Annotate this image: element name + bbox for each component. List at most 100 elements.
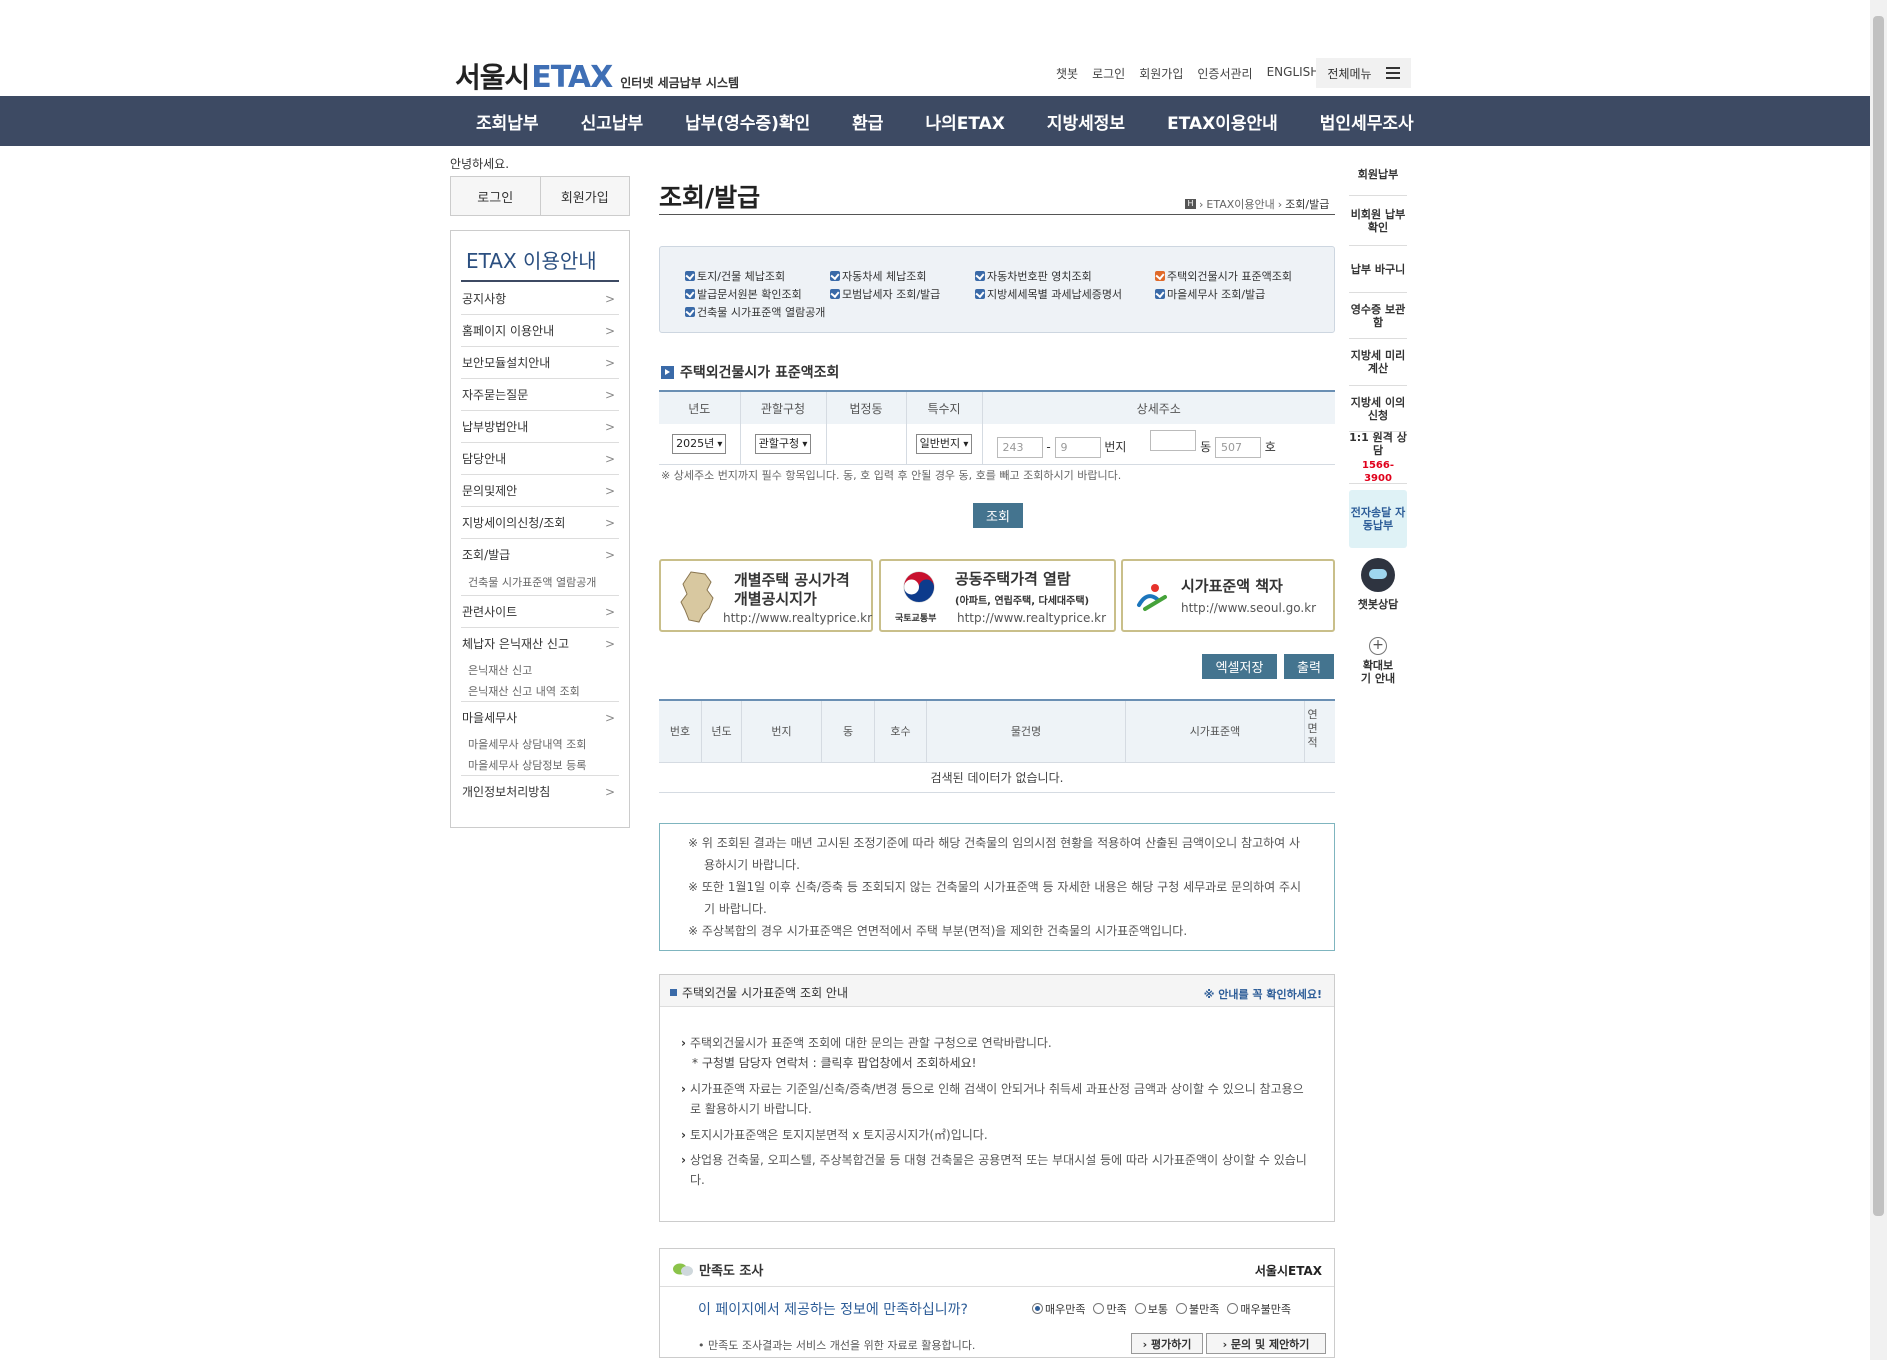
- option-very-dissatisfied[interactable]: 매우불만족: [1227, 1301, 1291, 1317]
- quick-e-delivery[interactable]: 전자송달 자동납부: [1349, 490, 1407, 548]
- option-very-satisfied[interactable]: 매우만족: [1032, 1301, 1085, 1317]
- sidebar-login-button[interactable]: 로그인: [451, 177, 540, 215]
- link-model-taxpayer[interactable]: 모범납세자 조회/발급: [830, 286, 940, 302]
- link-land-building-arrears[interactable]: 토지/건물 체납조회: [685, 268, 785, 284]
- link-vehicle-tax-arrears[interactable]: 자동차세 체납조회: [830, 268, 926, 284]
- gnb-item-refund[interactable]: 환급: [831, 109, 904, 134]
- survey-brand: 서울시ETAX: [1254, 1264, 1322, 1278]
- all-menu-button[interactable]: 전체메뉴: [1316, 58, 1411, 88]
- quick-tax-calculator[interactable]: 지방세 미리계산: [1349, 339, 1407, 386]
- chatbot-link[interactable]: 챗봇: [1056, 65, 1078, 82]
- quick-payment-basket[interactable]: 납부 바구니: [1349, 246, 1407, 293]
- sidebar-subitem-village-history[interactable]: 마을세무사 상담내역 조회: [461, 734, 619, 755]
- gnb-item-local-tax-info[interactable]: 지방세정보: [1026, 109, 1146, 134]
- link-document-verify[interactable]: 발급문서원본 확인조회: [685, 286, 802, 302]
- quick-member-payment[interactable]: 회원납부: [1349, 154, 1407, 196]
- year-select[interactable]: 2025년: [672, 433, 727, 454]
- suggest-button[interactable]: › 문의 및 제안하기: [1206, 1333, 1326, 1354]
- check-icon: [685, 307, 695, 317]
- english-link[interactable]: ENGLISH: [1267, 65, 1320, 82]
- sidebar-item-related-sites[interactable]: 관련사이트 >: [461, 596, 619, 628]
- sidebar-item-privacy[interactable]: 개인정보처리방침 >: [461, 776, 619, 808]
- sidebar-subitem-village-register[interactable]: 마을세무사 상담정보 등록: [461, 755, 619, 776]
- gu-select[interactable]: 관할구청: [754, 433, 812, 454]
- sidebar-item-security-module[interactable]: 보안모듈설치안내 >: [461, 347, 619, 379]
- search-button[interactable]: 조회: [973, 503, 1023, 528]
- link-building-price-open[interactable]: 건축물 시가표준액 열람공개: [685, 304, 825, 320]
- guide-title: 주택외건물 시가표준액 조회 안내: [670, 984, 848, 1001]
- quick-remote-support[interactable]: 1:1 원격 상담 1566-3900: [1349, 431, 1407, 484]
- sidebar-item-faq[interactable]: 자주묻는질문 >: [461, 379, 619, 411]
- quick-guest-payment-check[interactable]: 비회원 납부확인: [1349, 196, 1407, 246]
- breadcrumb-separator: ›: [1277, 197, 1283, 211]
- chevron-right-icon: >: [604, 452, 615, 466]
- login-link[interactable]: 로그인: [1092, 65, 1125, 82]
- bun-input[interactable]: 243: [996, 436, 1043, 458]
- sidebar-item-village-tax[interactable]: 마을세무사 >: [461, 702, 619, 734]
- option-label: 만족: [1106, 1303, 1127, 1316]
- site-logo[interactable]: 서울시 ETAX 인터넷 세금납부 시스템: [455, 56, 739, 96]
- quick-zoom-guide[interactable]: + 확대보기 안내: [1349, 626, 1407, 696]
- ji-input[interactable]: 9: [1054, 436, 1101, 458]
- excel-save-button[interactable]: 엑셀저장: [1202, 654, 1277, 679]
- option-satisfied[interactable]: 만족: [1093, 1301, 1127, 1317]
- sidebar-menu: 공지사항 > 홈페이지 이용안내 > 보안모듈설치안내 > 자주묻는질문 > 납부방법안…: [461, 283, 619, 808]
- sidebar-title: ETAX 이용안내: [466, 249, 597, 273]
- banner-price-book[interactable]: 시가표준액 책자 http://www.seoul.go.kr: [1121, 559, 1335, 632]
- sidebar-subitem-building-price[interactable]: 건축물 시가표준액 열람공개: [461, 571, 619, 596]
- gnb-item-report-payment[interactable]: 신고납부: [560, 109, 665, 134]
- option-label: 매우만족: [1045, 1303, 1086, 1316]
- sidebar-item-label: 체납자 은닉재산 신고: [462, 637, 569, 651]
- guide-title-text: 주택외건물 시가표준액 조회 안내: [682, 986, 849, 1000]
- chevron-right-icon: >: [604, 785, 615, 799]
- quick-phone: 1566-3900: [1362, 459, 1394, 484]
- sidebar-item-inquiry-issue[interactable]: 조회/발급 >: [461, 539, 619, 571]
- gnb-item-corporate-audit[interactable]: 법인세무조사: [1299, 109, 1435, 134]
- sidebar-item-label: 개인정보처리방침: [462, 785, 551, 799]
- ho-input[interactable]: 507: [1214, 436, 1261, 458]
- guide-contact-link[interactable]: * 구청별 담당자 연락처 : 클릭후 팝업창에서 조회하세요!: [692, 1053, 1312, 1073]
- link-nonresidential-price[interactable]: 주택외건물시가 표준액조회: [1155, 268, 1292, 284]
- sidebar-item-label: 지방세이의신청/조회: [462, 516, 566, 530]
- breadcrumb-parent[interactable]: ETAX이용안내: [1206, 196, 1274, 212]
- link-plate-seizure[interactable]: 자동차번호판 영치조회: [975, 268, 1092, 284]
- result-table: 번호 년도 번지 동 호수 물건명 시가표준액 연면적 검색된 데이터가 없습니…: [659, 699, 1335, 794]
- special-select[interactable]: 일반번지: [915, 433, 973, 454]
- sidebar-item-hidden-asset[interactable]: 체납자 은닉재산 신고 >: [461, 628, 619, 660]
- sidebar-item-homepage-guide[interactable]: 홈페이지 이용안내 >: [461, 315, 619, 347]
- gnb-item-inquiry-payment[interactable]: 조회납부: [455, 109, 560, 134]
- evaluate-button[interactable]: › 평가하기: [1131, 1333, 1203, 1354]
- quick-receipt-box[interactable]: 영수증 보관함: [1349, 293, 1407, 339]
- gnb-item-receipt-check[interactable]: 납부(영수증)확인: [664, 109, 831, 134]
- option-neutral[interactable]: 보통: [1134, 1301, 1168, 1317]
- join-link[interactable]: 회원가입: [1139, 65, 1183, 82]
- page-scrollbar[interactable]: [1870, 0, 1887, 1360]
- link-village-tax[interactable]: 마을세무사 조회/발급: [1155, 286, 1265, 302]
- banner-apartment[interactable]: 국토교통부 공동주택가격 열람 (아파트, 연립주택, 다세대주택) http:…: [879, 559, 1116, 632]
- check-icon-active: [1155, 271, 1165, 281]
- home-icon[interactable]: H: [1185, 199, 1196, 209]
- sidebar-item-notice[interactable]: 공지사항 >: [461, 283, 619, 315]
- ho-label: 호: [1264, 439, 1276, 454]
- notice-text: ※ 위 조회된 결과는 매년 고시된 조정기준에 따라 해당 건축물의 임의시점…: [688, 836, 1301, 872]
- sidebar-item-contact-guide[interactable]: 담당안내 >: [461, 443, 619, 475]
- sidebar-subitem-hidden-asset-report[interactable]: 은닉재산 신고: [461, 660, 619, 681]
- quick-chatbot[interactable]: 챗봇상담: [1349, 548, 1407, 620]
- scrollbar-thumb[interactable]: [1873, 16, 1884, 1216]
- notice-text: ※ 주상복합의 경우 시가표준액은 연면적에서 주택 부분(면적)을 제외한 건…: [688, 924, 1188, 938]
- quick-tax-objection[interactable]: 지방세 이의신청: [1349, 386, 1407, 432]
- sidebar-join-button[interactable]: 회원가입: [539, 177, 630, 215]
- gnb-item-my-etax[interactable]: 나의ETAX: [904, 109, 1025, 134]
- link-tax-certificate[interactable]: 지방세세목별 과세납세증명서: [975, 286, 1122, 302]
- dong-input[interactable]: [1150, 429, 1197, 451]
- sidebar-subitem-hidden-asset-history[interactable]: 은닉재산 신고 내역 조회: [461, 681, 619, 702]
- print-button[interactable]: 출력: [1284, 654, 1334, 679]
- certificate-link[interactable]: 인증서관리: [1197, 65, 1252, 82]
- sidebar-item-inquiry-suggestion[interactable]: 문의및제안 >: [461, 475, 619, 507]
- sidebar-item-payment-method[interactable]: 납부방법안내 >: [461, 411, 619, 443]
- speech-bubble-icon: [673, 1263, 693, 1276]
- option-dissatisfied[interactable]: 불만족: [1175, 1301, 1219, 1317]
- sidebar-item-objection[interactable]: 지방세이의신청/조회 >: [461, 507, 619, 539]
- gnb-item-etax-guide[interactable]: ETAX이용안내: [1146, 109, 1299, 134]
- banner-individual-house[interactable]: 개별주택 공시가격 개별공시지가 http://www.realtyprice.…: [659, 559, 873, 632]
